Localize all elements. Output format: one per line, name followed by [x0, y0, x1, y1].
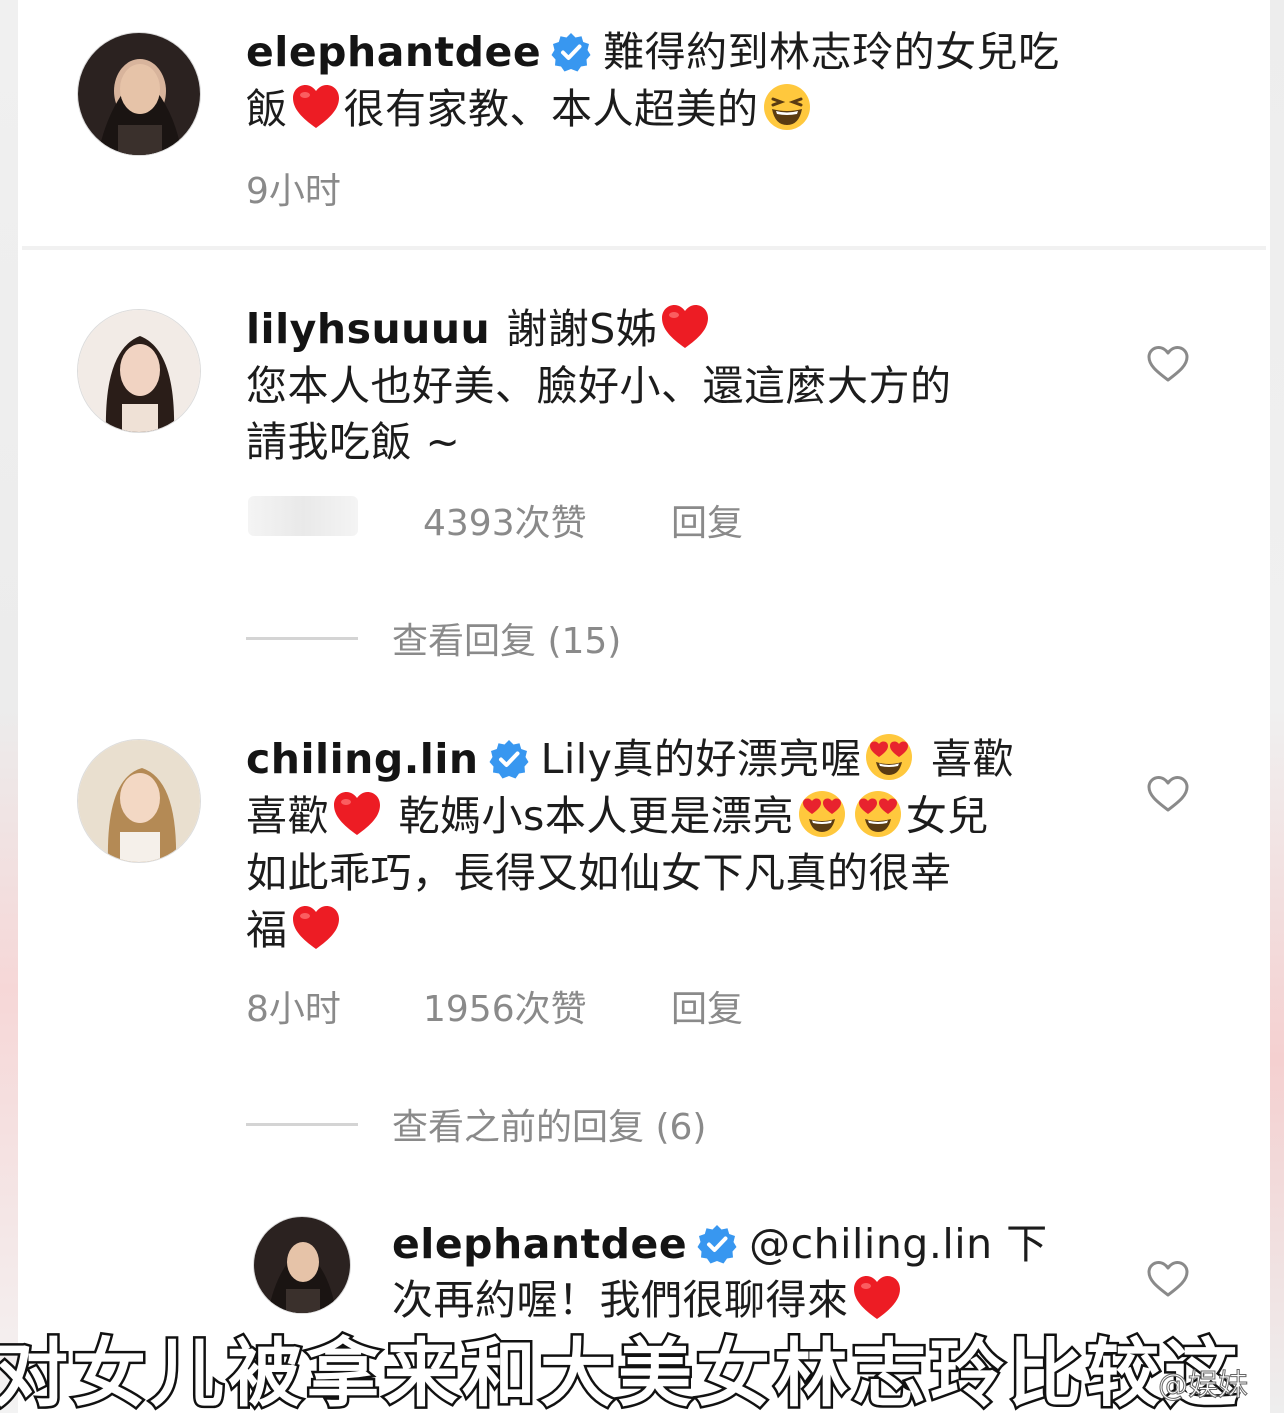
verified-badge-icon	[551, 32, 591, 72]
comment-body-cont: 次再約喔！我們很聊得來	[392, 1272, 905, 1329]
grinning-squinting-emoji	[761, 81, 813, 133]
comment-text-line: 次再約喔！我們很聊得來	[392, 1276, 849, 1324]
comment-body: lilyhsuuuu 謝謝S姊	[246, 301, 713, 358]
comment-body-cont: 飯 很有家教、本人超美的	[246, 81, 815, 138]
view-replies[interactable]: 查看之前的回复 (6)	[246, 1098, 706, 1150]
comment-text-line: 女兒	[905, 792, 989, 840]
avatar[interactable]	[77, 739, 201, 863]
heart-emoji	[331, 788, 383, 840]
heart-outline-icon[interactable]	[1146, 774, 1190, 814]
comment-text-line: 福	[246, 906, 288, 954]
avatar[interactable]	[77, 32, 201, 156]
comment-body-cont: 您本人也好美、臉好小、還這麼大方的	[246, 362, 952, 410]
heart-emoji	[851, 1272, 903, 1324]
view-replies-label[interactable]: 查看之前的回复 (6)	[392, 1098, 706, 1150]
heart-outline-icon[interactable]	[1146, 1259, 1190, 1299]
comment-text-line: 難得約到林志玲的女兒吃	[603, 28, 1060, 76]
comment-text-line: 乾媽小s本人更是漂亮	[385, 792, 794, 840]
heart-eyes-emoji	[796, 788, 848, 840]
watermark: @娱妹	[1158, 1368, 1249, 1404]
comment-text-line: 飯	[246, 85, 288, 133]
reply-button[interactable]: 回复	[671, 494, 743, 546]
reply-button[interactable]: 回复	[671, 980, 743, 1032]
comment-text-line: 喜歡	[246, 792, 329, 840]
username[interactable]: chiling.lin	[246, 735, 479, 783]
divider	[246, 636, 358, 640]
verified-badge-icon	[697, 1224, 737, 1264]
comment-time: 9小时	[246, 171, 341, 212]
comment-body-cont: 如此乖巧，長得又如仙女下凡真的很幸	[246, 849, 952, 897]
view-replies[interactable]: 查看回复 (15)	[246, 612, 621, 664]
verified-badge-icon	[489, 739, 529, 779]
subtitle-text: 对女儿被拿来和大美女林志玲比较这	[0, 1329, 1242, 1413]
heart-eyes-emoji	[863, 731, 915, 783]
divider	[246, 1122, 358, 1126]
comment-text-line: 喜歡	[917, 735, 1014, 783]
avatar[interactable]	[253, 1216, 351, 1314]
left-edge	[0, 0, 18, 1413]
comment-body: elephantdee 難得約到林志玲的女兒吃	[246, 24, 1060, 81]
comment-body-cont: 喜歡 乾媽小s本人更是漂亮 女兒	[246, 788, 989, 845]
video-subtitle: 对女儿被拿来和大美女林志玲比较这	[0, 1322, 1284, 1413]
comment-body-cont: 福	[246, 902, 344, 959]
username[interactable]: lilyhsuuuu	[246, 305, 490, 353]
username[interactable]: elephantdee	[392, 1220, 687, 1268]
comment-body-cont: 請我吃飯 ~	[246, 418, 461, 466]
heart-outline-icon[interactable]	[1146, 344, 1190, 384]
comment-body: chiling.lin Lily真的好漂亮喔 喜歡	[246, 731, 1014, 788]
heart-emoji	[290, 902, 342, 954]
like-count[interactable]: 4393次赞	[423, 494, 587, 546]
avatar[interactable]	[77, 309, 201, 433]
right-edge	[1270, 0, 1284, 1413]
heart-eyes-emoji	[852, 788, 904, 840]
comment-body: elephantdee @chiling.lin 下	[392, 1216, 1048, 1273]
comment-text-line: Lily真的好漂亮喔	[540, 735, 862, 783]
blurred-time	[248, 496, 358, 536]
username[interactable]: elephantdee	[246, 28, 541, 76]
like-count[interactable]: 1956次赞	[423, 980, 587, 1032]
heart-emoji	[290, 81, 342, 133]
heart-emoji	[659, 301, 711, 353]
comment-time: 8小时	[246, 989, 341, 1030]
view-replies-label[interactable]: 查看回复 (15)	[392, 612, 621, 664]
comment-text-line: 謝謝S姊	[506, 305, 658, 353]
divider	[22, 246, 1266, 250]
comment-text-line: @chiling.lin 下	[749, 1220, 1048, 1268]
comment-text-line: 很有家教、本人超美的	[343, 85, 759, 133]
